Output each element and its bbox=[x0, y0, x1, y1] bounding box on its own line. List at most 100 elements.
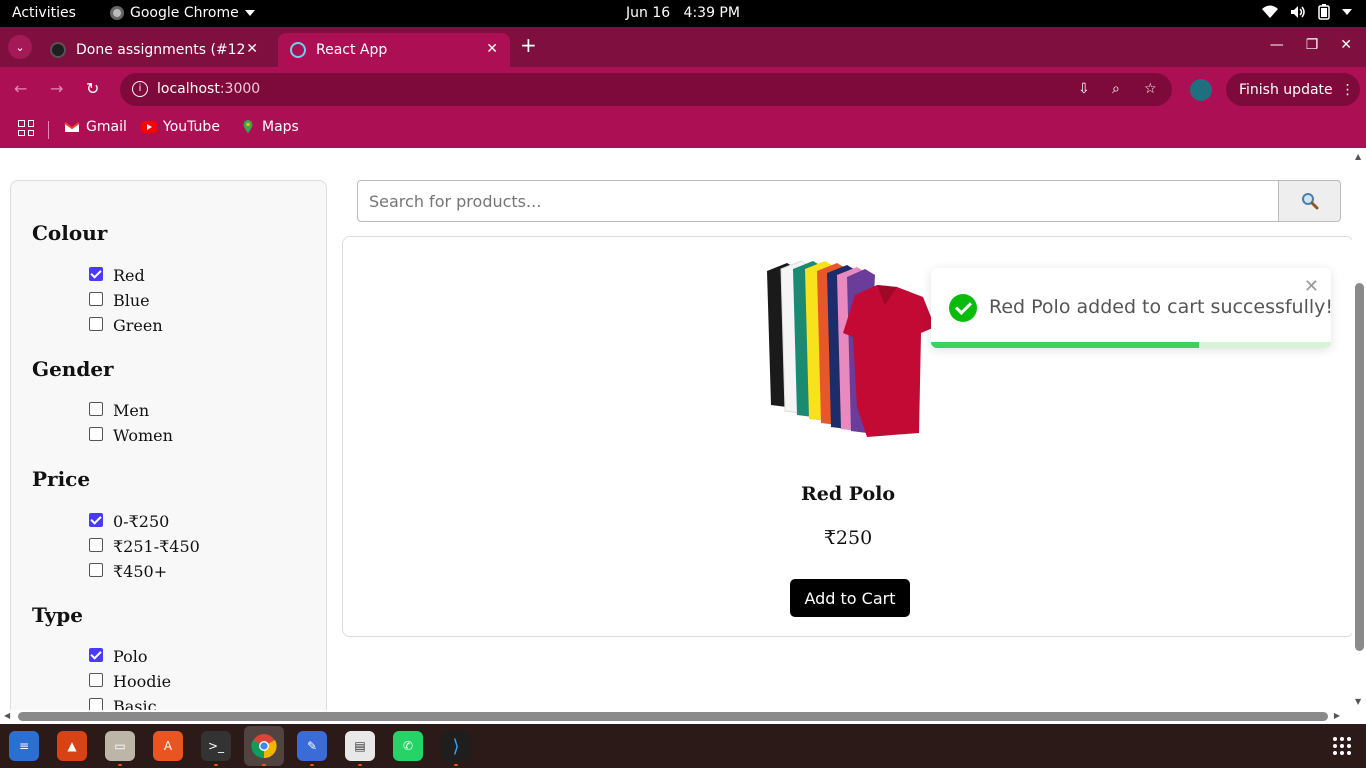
tab-strip: ⌄ Done assignments (#12  ✕ React App ✕ +… bbox=[0, 27, 1366, 67]
reload-icon[interactable]: ↻ bbox=[86, 79, 99, 98]
install-app-icon[interactable]: ⇩ bbox=[1078, 81, 1090, 97]
bookmark-star-icon[interactable]: ☆ bbox=[1144, 81, 1157, 97]
filter-option-label: Red bbox=[113, 266, 145, 285]
files-app-icon[interactable]: ▭ bbox=[105, 731, 135, 761]
vertical-scroll-thumb[interactable] bbox=[1355, 283, 1364, 651]
running-indicator bbox=[310, 764, 314, 766]
show-applications-icon[interactable] bbox=[1333, 737, 1351, 755]
tab-done-assignments[interactable]: Done assignments (#12  ✕ bbox=[38, 33, 270, 67]
tab-search-button[interactable]: ⌄ bbox=[8, 35, 32, 59]
search-icon bbox=[1301, 193, 1318, 210]
filter-option-label: Polo bbox=[113, 647, 148, 666]
clock-date: Jun 16 bbox=[626, 5, 671, 21]
scroll-right-icon[interactable]: ▶ bbox=[1334, 711, 1340, 720]
toast-message: Red Polo added to cart successfully! bbox=[989, 296, 1331, 318]
bookmark-maps[interactable]: Maps bbox=[240, 119, 299, 135]
notes-app-icon[interactable]: ✎ bbox=[297, 731, 327, 761]
close-window-icon[interactable]: ✕ bbox=[1340, 37, 1352, 53]
scroll-up-icon[interactable]: ▲ bbox=[1355, 152, 1361, 161]
checkbox[interactable] bbox=[89, 401, 103, 416]
gmail-icon bbox=[64, 122, 80, 132]
clock[interactable]: Jun 16 4:39 PM bbox=[0, 5, 1366, 21]
system-top-bar: Activities Google Chrome Jun 16 4:39 PM bbox=[0, 0, 1366, 27]
checkbox[interactable] bbox=[89, 562, 103, 577]
browser-toolbar: ← → ↻ i localhost:3000 ⇩ ⌕ ☆ Finish upda… bbox=[0, 67, 1366, 112]
filter-option-label: Men bbox=[113, 401, 150, 420]
filter-option-women[interactable]: Women bbox=[89, 426, 173, 445]
filter-option-price-high[interactable]: ₹450+ bbox=[89, 562, 167, 581]
add-to-cart-button[interactable]: Add to Cart bbox=[790, 579, 910, 617]
vscode-app-icon[interactable]: ⟩ bbox=[441, 731, 471, 761]
filter-option-red[interactable]: Red bbox=[89, 266, 145, 285]
zoom-icon[interactable]: ⌕ bbox=[1112, 81, 1120, 97]
address-bar[interactable]: i localhost:3000 ⇩ ⌕ ☆ bbox=[120, 73, 1172, 106]
scroll-left-icon[interactable]: ◀ bbox=[4, 711, 10, 720]
filter-option-men[interactable]: Men bbox=[89, 401, 149, 420]
filter-option-polo[interactable]: Polo bbox=[89, 647, 148, 666]
filter-option-label: ₹450+ bbox=[113, 562, 168, 581]
search-bar bbox=[357, 180, 1341, 222]
running-indicator bbox=[454, 764, 458, 766]
back-icon[interactable]: ← bbox=[14, 79, 27, 98]
url-host: localhost bbox=[157, 81, 220, 97]
chrome-logo-icon bbox=[251, 734, 277, 759]
finish-update-button[interactable]: Finish update ⋮ bbox=[1226, 73, 1360, 106]
software-app-icon[interactable]: A bbox=[153, 731, 183, 761]
filter-option-green[interactable]: Green bbox=[89, 316, 163, 335]
new-tab-button[interactable]: + bbox=[520, 35, 537, 55]
checkbox[interactable] bbox=[89, 697, 103, 710]
text-editor-app-icon[interactable]: ≡ bbox=[9, 731, 39, 761]
product-image bbox=[757, 257, 941, 441]
running-indicator bbox=[118, 764, 122, 766]
site-info-icon[interactable]: i bbox=[132, 81, 148, 97]
apps-grid-icon[interactable] bbox=[18, 120, 34, 136]
chrome-app-icon[interactable] bbox=[244, 726, 284, 766]
whatsapp-app-icon[interactable]: ✆ bbox=[393, 731, 423, 761]
checkbox[interactable] bbox=[89, 426, 103, 441]
close-tab-icon[interactable]: ✕ bbox=[246, 41, 258, 57]
product-price: ₹250 bbox=[823, 527, 873, 549]
close-tab-icon[interactable]: ✕ bbox=[486, 41, 498, 57]
checkbox[interactable] bbox=[89, 537, 103, 552]
filter-option-label: ₹251-₹450 bbox=[113, 537, 200, 556]
forward-icon[interactable]: → bbox=[50, 79, 63, 98]
filter-option-hoodie[interactable]: Hoodie bbox=[89, 672, 171, 691]
system-tray[interactable] bbox=[1262, 4, 1352, 20]
filter-option-price-mid[interactable]: ₹251-₹450 bbox=[89, 537, 200, 556]
close-icon[interactable]: ✕ bbox=[1304, 276, 1319, 297]
filter-option-basic[interactable]: Basic bbox=[89, 697, 157, 710]
bookmark-gmail[interactable]: Gmail bbox=[64, 119, 127, 135]
restore-icon[interactable]: ❐ bbox=[1306, 37, 1319, 53]
checkbox[interactable] bbox=[89, 672, 103, 687]
filter-group-title: Type bbox=[32, 603, 84, 627]
terminal-app-icon[interactable]: >_ bbox=[201, 731, 231, 761]
vertical-scrollbar[interactable]: ▲ ▼ bbox=[1352, 148, 1366, 710]
window-controls: — ❐ ✕ bbox=[1270, 37, 1352, 53]
horizontal-scroll-thumb[interactable] bbox=[18, 712, 1328, 721]
checkbox-checked[interactable] bbox=[89, 647, 103, 662]
minimize-icon[interactable]: — bbox=[1270, 37, 1284, 53]
url-port: :3000 bbox=[219, 81, 261, 97]
bookmark-youtube[interactable]: YouTube bbox=[141, 119, 220, 135]
filter-group-title: Price bbox=[32, 467, 91, 491]
bookmark-label: Gmail bbox=[86, 119, 127, 135]
filter-option-price-low[interactable]: 0-₹250 bbox=[89, 512, 169, 531]
toast-notification[interactable]: Red Polo added to cart successfully! ✕ bbox=[931, 268, 1331, 348]
search-button[interactable] bbox=[1278, 180, 1341, 222]
search-input[interactable] bbox=[357, 180, 1279, 222]
tab-react-app[interactable]: React App ✕ bbox=[278, 33, 510, 67]
scroll-down-icon[interactable]: ▼ bbox=[1355, 697, 1361, 706]
checkbox-checked[interactable] bbox=[89, 266, 103, 281]
page-content: Colour Red Blue Green Gender Men Women P… bbox=[0, 148, 1352, 710]
horizontal-scrollbar[interactable]: ◀ ▶ bbox=[0, 710, 1366, 724]
checkbox[interactable] bbox=[89, 291, 103, 306]
running-indicator bbox=[262, 764, 266, 766]
filter-option-label: Basic bbox=[113, 697, 157, 710]
checkbox-checked[interactable] bbox=[89, 512, 103, 527]
extension-icon[interactable] bbox=[1190, 79, 1212, 101]
filter-option-blue[interactable]: Blue bbox=[89, 291, 150, 310]
screenshot-app-icon[interactable]: ▤ bbox=[345, 731, 375, 761]
image-viewer-app-icon[interactable]: ▲ bbox=[57, 731, 87, 761]
bookmark-separator bbox=[48, 121, 49, 139]
checkbox[interactable] bbox=[89, 316, 103, 331]
